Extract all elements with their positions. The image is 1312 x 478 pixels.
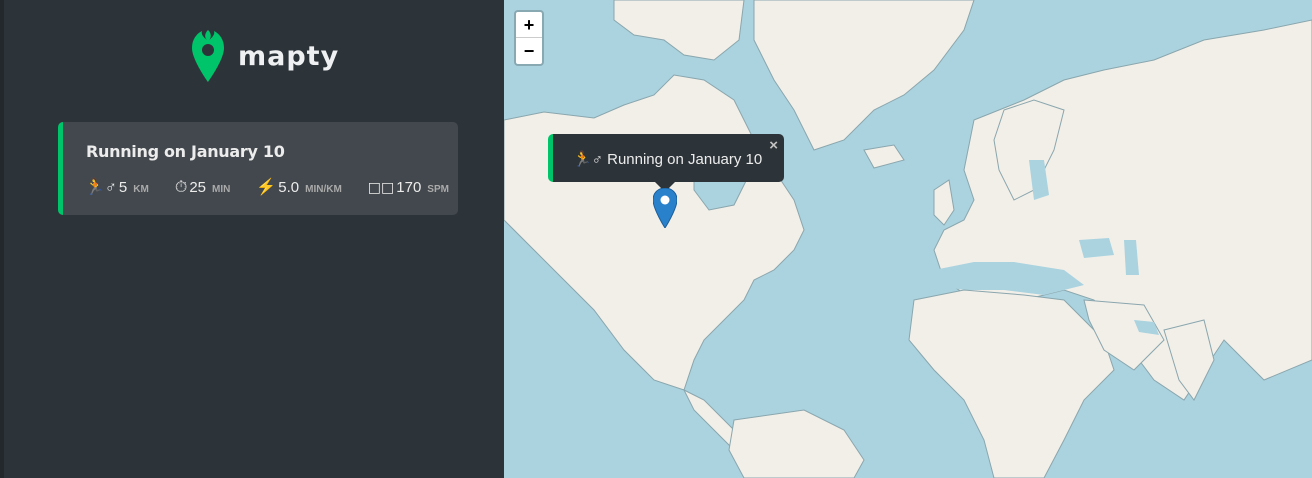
- pace-unit: min/km: [305, 184, 342, 195]
- map-marker-icon[interactable]: [653, 188, 677, 228]
- popup-text: Running on January 10: [607, 151, 763, 168]
- running-man-icon: 🏃♂: [85, 179, 117, 196]
- map-popup: 🏃♂ Running on January 10 ×: [548, 134, 784, 182]
- running-man-icon: 🏃♂: [573, 151, 603, 168]
- duration-value: 25: [189, 179, 206, 196]
- zoom-in-button[interactable]: +: [516, 12, 542, 38]
- cadence-unit: spm: [427, 184, 449, 195]
- workout-title: Running on January 10: [86, 142, 285, 161]
- workout-card[interactable]: Running on January 10 🏃♂ 5 km ⏱ 25 min ⚡…: [58, 122, 458, 215]
- distance-value: 5: [118, 179, 128, 196]
- lightning-icon: ⚡: [256, 179, 277, 196]
- duration-detail: ⏱ 25 min: [175, 179, 231, 197]
- cadence-value: 170: [396, 179, 422, 196]
- logo: mapty: [192, 30, 339, 82]
- stopwatch-icon: ⏱: [174, 179, 188, 196]
- workout-details: 🏃♂ 5 km ⏱ 25 min ⚡ 5.0 min/km □□ 170 spm: [85, 177, 449, 197]
- zoom-out-button[interactable]: −: [516, 38, 542, 64]
- footprints-icon: □□: [367, 180, 395, 196]
- app-name: mapty: [238, 40, 340, 72]
- popup-close-button[interactable]: ×: [769, 137, 778, 154]
- cadence-detail: □□ 170 spm: [368, 179, 449, 196]
- map-pin-logo-icon: [192, 30, 224, 82]
- distance-detail: 🏃♂ 5 km: [85, 177, 149, 197]
- popup-content: 🏃♂ Running on January 10: [573, 150, 762, 168]
- zoom-control: + −: [514, 10, 544, 66]
- sidebar: mapty Running on January 10 🏃♂ 5 km ⏱ 25…: [0, 0, 504, 478]
- pace-value: 5.0: [278, 179, 300, 196]
- world-map-tiles[interactable]: [504, 0, 1312, 478]
- pace-detail: ⚡ 5.0 min/km: [256, 177, 341, 197]
- map[interactable]: + − 🏃♂ Running on January 10 ×: [504, 0, 1312, 478]
- distance-unit: km: [133, 184, 149, 195]
- duration-unit: min: [212, 184, 231, 195]
